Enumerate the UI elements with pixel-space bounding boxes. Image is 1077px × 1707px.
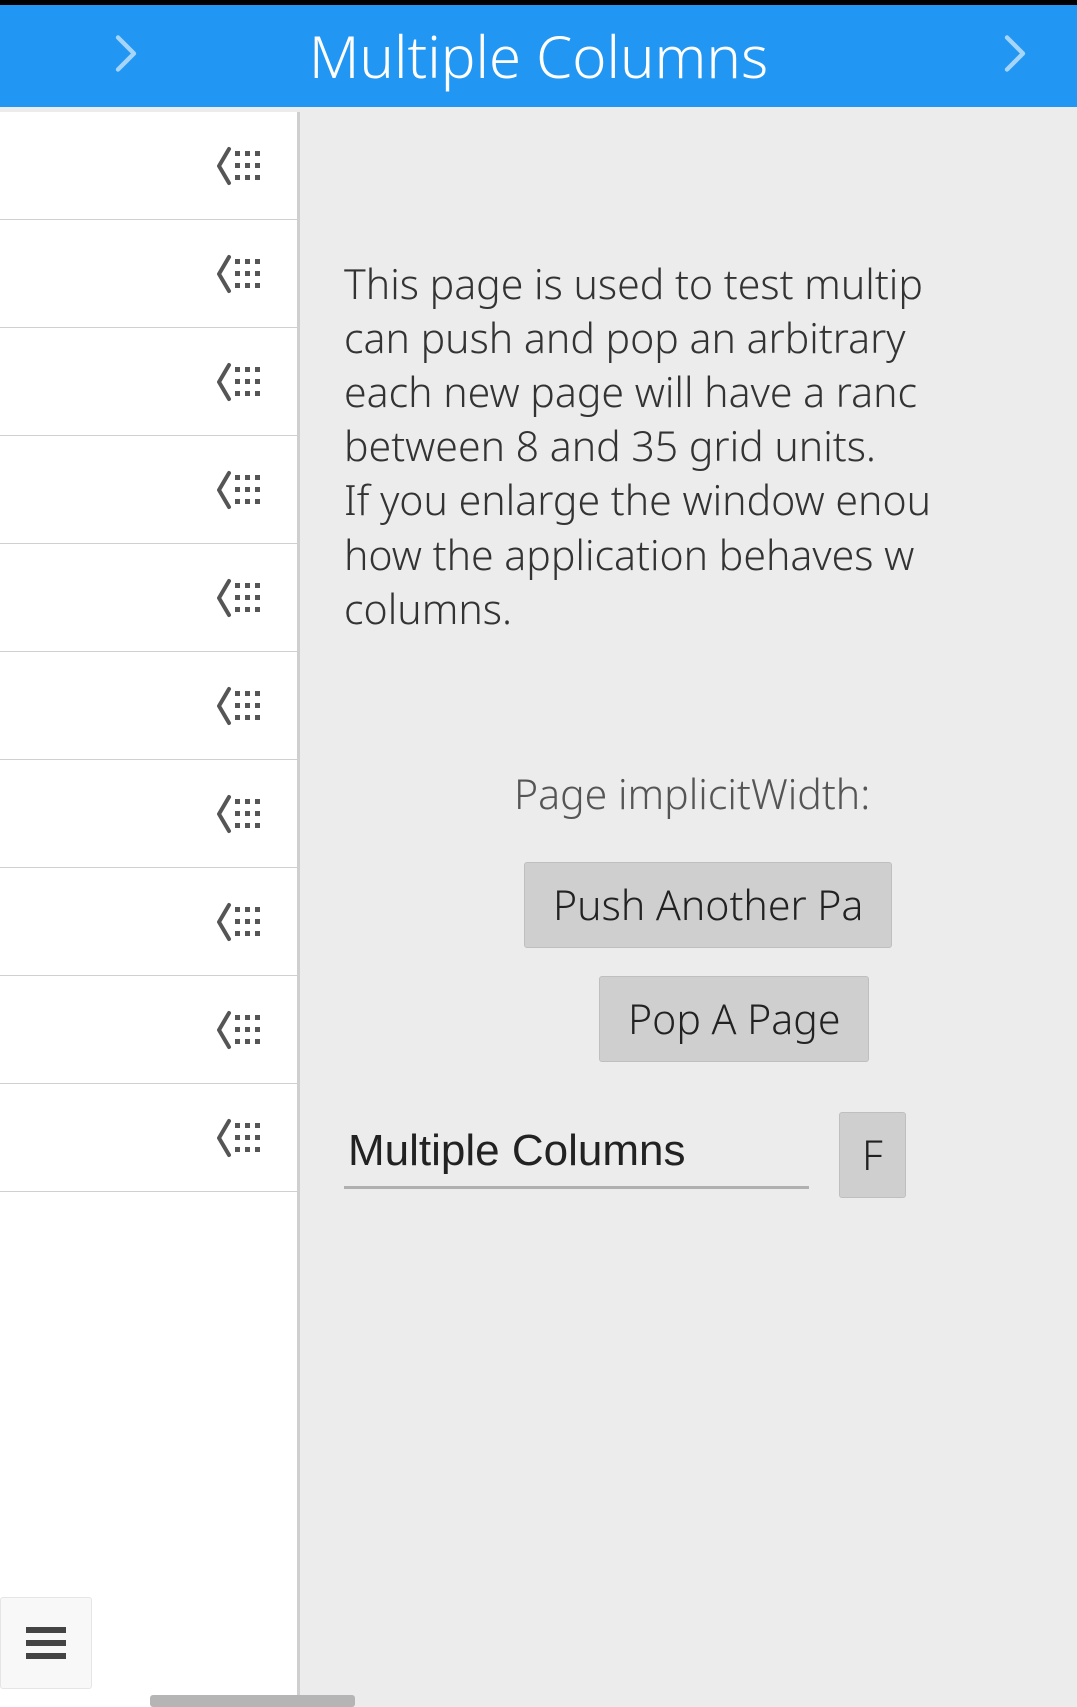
main-content: This page is used to test multip can pus… (300, 112, 1077, 1707)
description-line: If you enlarge the window enou (344, 473, 1077, 527)
list-edge-icon (217, 145, 269, 187)
list-item[interactable] (0, 760, 297, 868)
rename-button[interactable]: F (839, 1112, 906, 1198)
chevron-right-icon[interactable] (989, 30, 1037, 83)
list-edge-icon (217, 361, 269, 403)
list-item[interactable] (0, 1084, 297, 1192)
description-line: can push and pop an arbitrary (344, 311, 1077, 365)
list-edge-icon (217, 685, 269, 727)
description-line: each new page will have a ranc (344, 365, 1077, 419)
app-header: ns Multiple Columns (0, 5, 1077, 107)
list-item[interactable] (0, 436, 297, 544)
hamburger-menu-button[interactable] (0, 1597, 92, 1689)
list-item[interactable] (0, 220, 297, 328)
list-edge-icon (217, 1117, 269, 1159)
page-title-input[interactable] (344, 1120, 809, 1189)
list-item[interactable] (0, 328, 297, 436)
description-text: This page is used to test multip can pus… (344, 257, 1077, 636)
chevron-right-icon[interactable] (100, 30, 148, 83)
list-edge-icon (217, 577, 269, 619)
implicit-width-label: Page implicitWidth: (514, 766, 1077, 822)
list-edge-icon (217, 1009, 269, 1051)
pop-page-button[interactable]: Pop A Page (599, 976, 869, 1062)
list-edge-icon (217, 469, 269, 511)
list-edge-icon (217, 793, 269, 835)
description-line: columns. (344, 582, 1077, 636)
list-item[interactable] (0, 112, 297, 220)
description-line: how the application behaves w (344, 528, 1077, 582)
description-line: between 8 and 35 grid units. (344, 419, 1077, 473)
push-page-button[interactable]: Push Another Pa (524, 862, 892, 948)
description-line: This page is used to test multip (344, 257, 1077, 311)
list-item[interactable] (0, 544, 297, 652)
sidebar (0, 112, 300, 1707)
hamburger-icon (24, 1623, 68, 1663)
list-item[interactable] (0, 976, 297, 1084)
list-edge-icon (217, 901, 269, 943)
horizontal-scrollbar[interactable] (150, 1695, 355, 1707)
list-item[interactable] (0, 652, 297, 760)
list-edge-icon (217, 253, 269, 295)
page-title: Multiple Columns (309, 5, 768, 107)
list-item[interactable] (0, 868, 297, 976)
